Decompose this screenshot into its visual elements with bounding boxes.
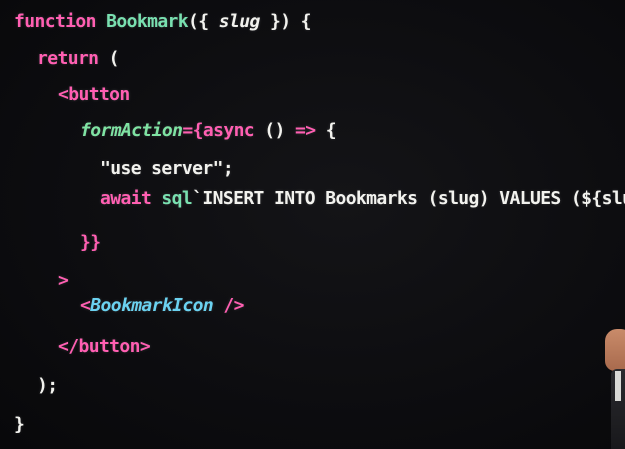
code-token: > <box>58 270 69 291</box>
code-token: } <box>14 414 25 435</box>
presentation-slide: function Bookmark({ slug }) {return (<bu… <box>0 0 625 449</box>
code-line: }} <box>80 230 101 256</box>
code-token: { <box>315 120 337 141</box>
code-token: `INSERT INTO Bookmarks (slug) VALUES (${… <box>192 188 625 209</box>
code-token: ; <box>222 158 234 179</box>
code-token: function <box>14 11 107 32</box>
code-token: slug <box>218 11 261 32</box>
code-token: </button> <box>58 336 151 357</box>
code-line: await sql`INSERT INTO Bookmarks (slug) V… <box>100 186 625 212</box>
code-token: await <box>100 188 162 209</box>
code-token: ({ <box>188 11 219 32</box>
presenter-head <box>605 329 625 371</box>
code-token: <button <box>58 84 130 105</box>
code-line: function Bookmark({ slug }) { <box>14 9 312 35</box>
code-line: > <box>58 268 69 294</box>
code-line: return ( <box>37 46 120 72</box>
code-token: => <box>295 120 316 141</box>
code-line: ); <box>37 373 58 399</box>
code-token: }} <box>80 232 101 253</box>
code-token: formAction <box>80 120 183 141</box>
code-line: <button <box>58 82 130 108</box>
code-token: ={ <box>182 120 203 141</box>
code-token: }) { <box>259 11 312 32</box>
code-token: BookmarkIcon <box>90 295 214 316</box>
code-token: "use server" <box>100 158 223 179</box>
code-token: Bookmark <box>106 11 189 32</box>
code-token: < <box>80 295 91 316</box>
code-block: function Bookmark({ slug }) {return (<bu… <box>0 0 625 449</box>
code-token: ); <box>37 375 58 396</box>
presenter-figure <box>603 329 625 449</box>
code-line: formAction={async () => { <box>80 118 337 144</box>
code-token: /> <box>213 295 244 316</box>
code-line: } <box>14 412 25 438</box>
code-line: </button> <box>58 334 151 360</box>
code-token: return <box>37 48 99 69</box>
code-token: () <box>254 120 295 141</box>
presenter-collar <box>615 371 621 401</box>
code-line: "use server"; <box>100 156 234 182</box>
code-token: async <box>202 120 255 141</box>
code-line: <BookmarkIcon /> <box>80 293 244 319</box>
code-token: sql <box>161 188 193 209</box>
code-token: ( <box>98 48 120 69</box>
